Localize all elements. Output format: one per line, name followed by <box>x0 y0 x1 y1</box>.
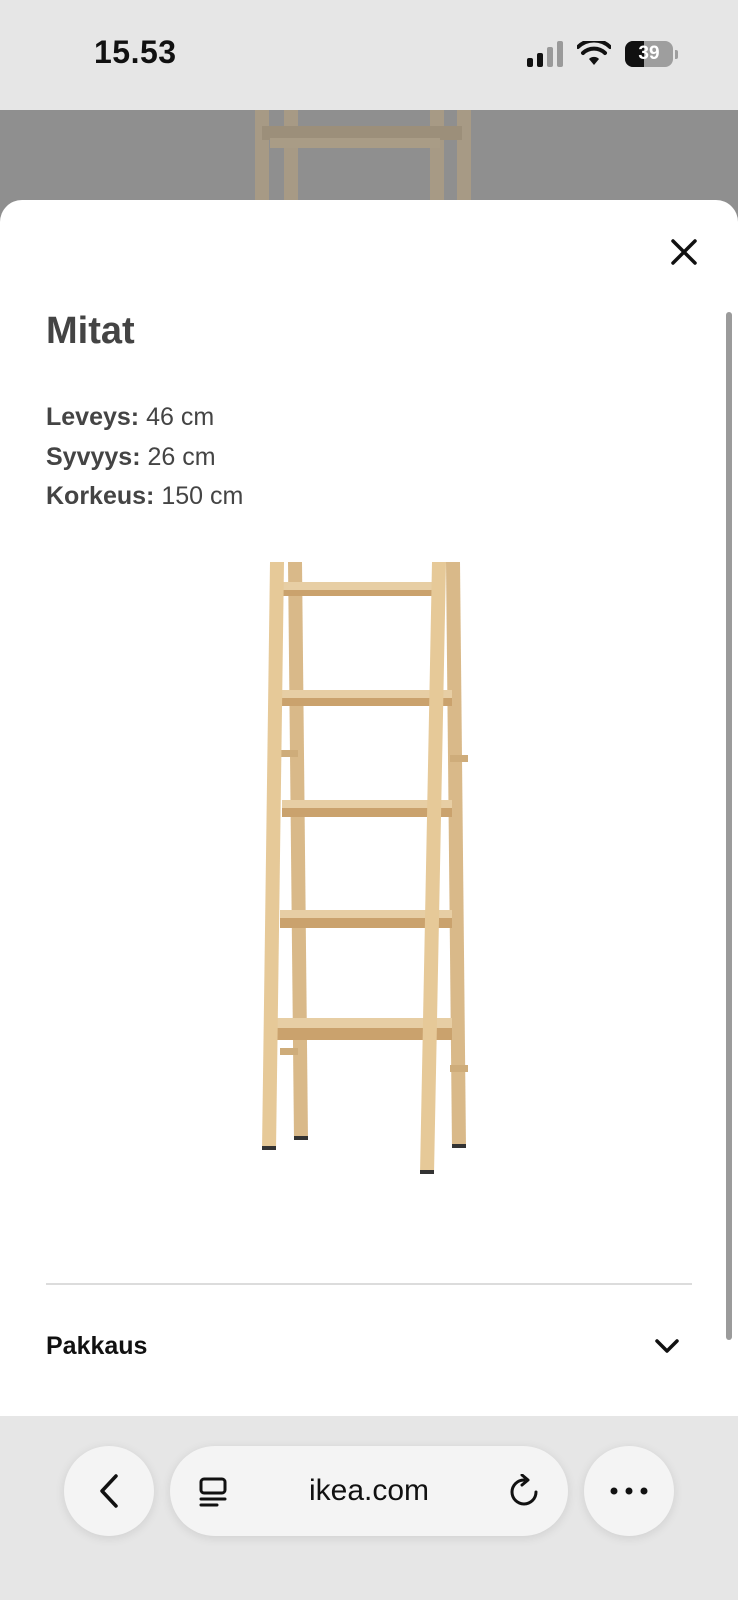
more-icon <box>610 1487 648 1495</box>
dimension-height: Korkeus: 150 cm <box>46 477 243 517</box>
sheet-title: Mitat <box>46 310 135 352</box>
packaging-accordion[interactable]: Pakkaus <box>46 1324 692 1368</box>
dimension-value: 46 cm <box>146 403 215 431</box>
dimension-width: Leveys: 46 cm <box>46 398 243 438</box>
dimensions-sheet: Mitat Leveys: 46 cm Syvyys: 26 cm Korkeu… <box>0 200 738 1416</box>
chevron-down-icon <box>655 1339 679 1353</box>
status-icons: 39 <box>527 38 678 70</box>
cellular-signal-icon <box>527 41 563 67</box>
close-icon <box>671 239 697 265</box>
address-bar[interactable]: ikea.com <box>170 1446 568 1536</box>
close-button[interactable] <box>662 230 706 274</box>
status-time: 15.53 <box>94 34 177 70</box>
page-menu-icon[interactable] <box>198 1476 230 1508</box>
dimension-depth: Syvyys: 26 cm <box>46 438 243 478</box>
url-text: ikea.com <box>308 1474 430 1507</box>
dimension-value: 26 cm <box>147 442 216 471</box>
chevron-left-icon <box>100 1474 118 1508</box>
status-bar: 15.53 39 <box>0 0 738 110</box>
browser-toolbar: ikea.com <box>0 1416 738 1600</box>
product-image <box>262 562 468 1174</box>
dimension-label: Syvyys: <box>46 442 141 471</box>
background-shelf-image <box>255 110 471 210</box>
divider <box>46 1283 692 1285</box>
dimension-label: Leveys: <box>46 403 140 431</box>
reload-icon[interactable] <box>508 1474 540 1508</box>
wifi-icon <box>577 41 611 65</box>
dimension-label: Korkeus: <box>46 482 155 510</box>
back-button[interactable] <box>64 1446 154 1536</box>
scrollbar[interactable] <box>726 312 732 1340</box>
battery-level: 39 <box>638 43 660 64</box>
packaging-label: Pakkaus <box>46 1331 148 1360</box>
battery-cap <box>675 49 678 59</box>
dimension-value: 150 cm <box>161 482 244 510</box>
dimensions-list: Leveys: 46 cm Syvyys: 26 cm Korkeus: 150… <box>46 398 243 517</box>
battery-icon: 39 <box>625 41 673 67</box>
more-button[interactable] <box>584 1446 674 1536</box>
